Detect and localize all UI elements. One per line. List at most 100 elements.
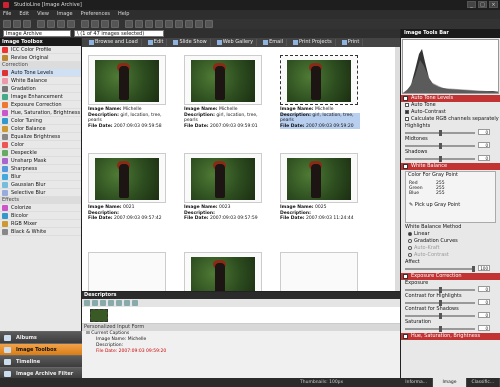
tool-white-balance[interactable]: White Balance xyxy=(0,77,81,85)
paste-icon[interactable] xyxy=(57,20,65,28)
tool-black-white[interactable]: Black & White xyxy=(0,228,81,236)
image-cell[interactable]: Image Name: 0025 Description: File Date: … xyxy=(274,153,362,233)
desc-next-icon[interactable] xyxy=(92,300,98,306)
archive-select[interactable]: Image Archive xyxy=(3,30,71,37)
tool-color[interactable]: Color xyxy=(0,141,81,149)
image-thumbnail[interactable] xyxy=(88,153,166,203)
browse-load-button[interactable]: Browse and Load xyxy=(86,39,142,46)
wb-method-option[interactable]: Auto-Kraft xyxy=(401,245,500,252)
tool-icc-color-profile[interactable]: ICC Color Profile xyxy=(0,46,81,54)
tool-rgb-mixer[interactable]: RGB Mixer xyxy=(0,220,81,228)
image-cell[interactable] xyxy=(178,252,266,291)
slider-value[interactable]: 0 xyxy=(478,286,490,292)
view-grid-icon[interactable] xyxy=(155,20,163,28)
auto-contrast-option[interactable]: Auto-Contrast xyxy=(401,109,500,116)
tool-auto-tone-levels[interactable]: Auto Tone Levels xyxy=(0,69,81,77)
auto-tone-option[interactable]: Auto Tone xyxy=(401,102,500,109)
tool-bicolor[interactable]: Bicolor xyxy=(0,212,81,220)
web-gallery-button[interactable]: Web Gallery xyxy=(214,39,258,46)
view-list-icon[interactable] xyxy=(165,20,173,28)
image-thumbnail[interactable] xyxy=(88,252,166,291)
menu-view[interactable]: View xyxy=(37,10,49,19)
affect-slider-knob[interactable] xyxy=(472,266,475,272)
image-cell[interactable] xyxy=(82,252,170,291)
tool-exposure-correction[interactable]: Exposure Correction xyxy=(0,101,81,109)
tab-information[interactable]: Informa... xyxy=(400,378,434,387)
desc-settings-icon[interactable] xyxy=(132,300,138,306)
rotate-right-icon[interactable] xyxy=(91,20,99,28)
image-cell[interactable]: Image Name: 0023 Description: File Date: … xyxy=(178,153,266,233)
image-thumbnail[interactable] xyxy=(280,153,358,203)
tool-gradation[interactable]: Gradation xyxy=(0,85,81,93)
image-thumbnail[interactable] xyxy=(280,252,358,291)
tool-equalize-brightness[interactable]: Equalize Brightness xyxy=(0,133,81,141)
image-thumbnail[interactable] xyxy=(88,55,166,105)
print-button[interactable]: Print xyxy=(339,39,364,46)
nav-image-toolbox[interactable]: Image Toolbox xyxy=(0,343,82,355)
slider-value[interactable]: 0 xyxy=(478,129,490,135)
white-balance-section[interactable]: White Balance xyxy=(401,163,500,170)
slider-value[interactable]: 0 xyxy=(478,312,490,318)
nav-albums[interactable]: Albums xyxy=(0,331,82,343)
slider-value[interactable]: 0 xyxy=(478,325,490,331)
tool-hue-saturation-brightness[interactable]: Hue, Saturation, Brightness xyxy=(0,109,81,117)
tool-colorize[interactable]: Colorize xyxy=(0,204,81,212)
wb-method-option[interactable]: Gradation Curves xyxy=(401,238,500,245)
caption-file-date[interactable]: File Date: 2007:09:03 09:59:20 xyxy=(86,349,400,355)
print-projects-button[interactable]: Print Projects xyxy=(290,39,336,46)
image-cell[interactable]: Image Name: Michelle Description: girl, l… xyxy=(178,55,266,135)
slider-value[interactable]: 0 xyxy=(478,155,490,161)
filter-icon[interactable] xyxy=(195,20,203,28)
cut-icon[interactable] xyxy=(37,20,45,28)
menu-help[interactable]: Help xyxy=(118,10,129,19)
slider-knob[interactable] xyxy=(438,156,442,162)
auto-tone-enable-checkbox[interactable] xyxy=(403,96,408,101)
maximize-button[interactable]: □ xyxy=(478,1,487,8)
view-detail-icon[interactable] xyxy=(175,20,183,28)
affect-slider[interactable]: 100 xyxy=(405,265,496,272)
save-icon[interactable] xyxy=(23,20,31,28)
slide-show-button[interactable]: Slide Show xyxy=(170,39,211,46)
tool-unsharp-mask[interactable]: Unsharp Mask xyxy=(0,157,81,165)
exposure-section[interactable]: Exposure Correction xyxy=(401,273,500,280)
menu-edit[interactable]: Edit xyxy=(19,10,29,19)
slider-value[interactable]: 0 xyxy=(478,142,490,148)
rotate-left-icon[interactable] xyxy=(81,20,89,28)
tool-gaussian-blur[interactable]: Gaussian Blur xyxy=(0,181,81,189)
thumbnail-size[interactable]: Thumbnails: 100px xyxy=(300,378,343,387)
image-thumbnail[interactable] xyxy=(184,55,262,105)
forward-icon[interactable] xyxy=(145,20,153,28)
menu-image[interactable]: Image xyxy=(57,10,73,19)
rgb-separate-option[interactable]: Calculate RGB channels separately xyxy=(401,116,500,123)
open-icon[interactable] xyxy=(13,20,21,28)
tab-classification[interactable]: Classific... xyxy=(467,378,500,387)
tab-image[interactable]: Image xyxy=(433,378,467,387)
tool-color-tuning[interactable]: Color Tuning xyxy=(0,117,81,125)
path-field[interactable]: \ (1 of 47 images selected) xyxy=(74,30,164,37)
desc-copy-icon[interactable] xyxy=(124,300,130,306)
slider-value[interactable]: 0 xyxy=(478,299,490,305)
desc-delete-icon[interactable] xyxy=(108,300,114,306)
edit-button[interactable]: Edit xyxy=(145,39,168,46)
redo-icon[interactable] xyxy=(111,20,119,28)
delete-icon[interactable] xyxy=(67,20,75,28)
close-button[interactable]: × xyxy=(489,1,498,8)
slider-knob[interactable] xyxy=(438,326,442,332)
image-thumbnail[interactable] xyxy=(184,153,262,203)
wb-method-option[interactable]: Auto-Contrast xyxy=(401,252,500,259)
copy-icon[interactable] xyxy=(47,20,55,28)
image-cell[interactable]: Image Name: Michelle Description: girl, l… xyxy=(82,55,170,135)
slider-saturation[interactable]: 0 xyxy=(405,325,496,332)
white-balance-enable-checkbox[interactable] xyxy=(403,164,408,169)
search-icon[interactable] xyxy=(185,20,193,28)
selected-image-thumbnail[interactable] xyxy=(90,309,108,322)
play-icon[interactable] xyxy=(135,20,143,28)
hsb-section[interactable]: Hue, Saturation, Brightness xyxy=(401,333,500,340)
tool-image-enhancement[interactable]: Image Enhancement xyxy=(0,93,81,101)
tool-despeckle[interactable]: Despeckle xyxy=(0,149,81,157)
image-cell[interactable]: Image Name: Michelle Description: girl, l… xyxy=(274,55,362,135)
image-cell[interactable] xyxy=(274,252,362,291)
desc-prev-icon[interactable] xyxy=(84,300,90,306)
minimize-button[interactable]: _ xyxy=(467,1,476,8)
slider-shadows[interactable]: 0 xyxy=(405,155,496,162)
